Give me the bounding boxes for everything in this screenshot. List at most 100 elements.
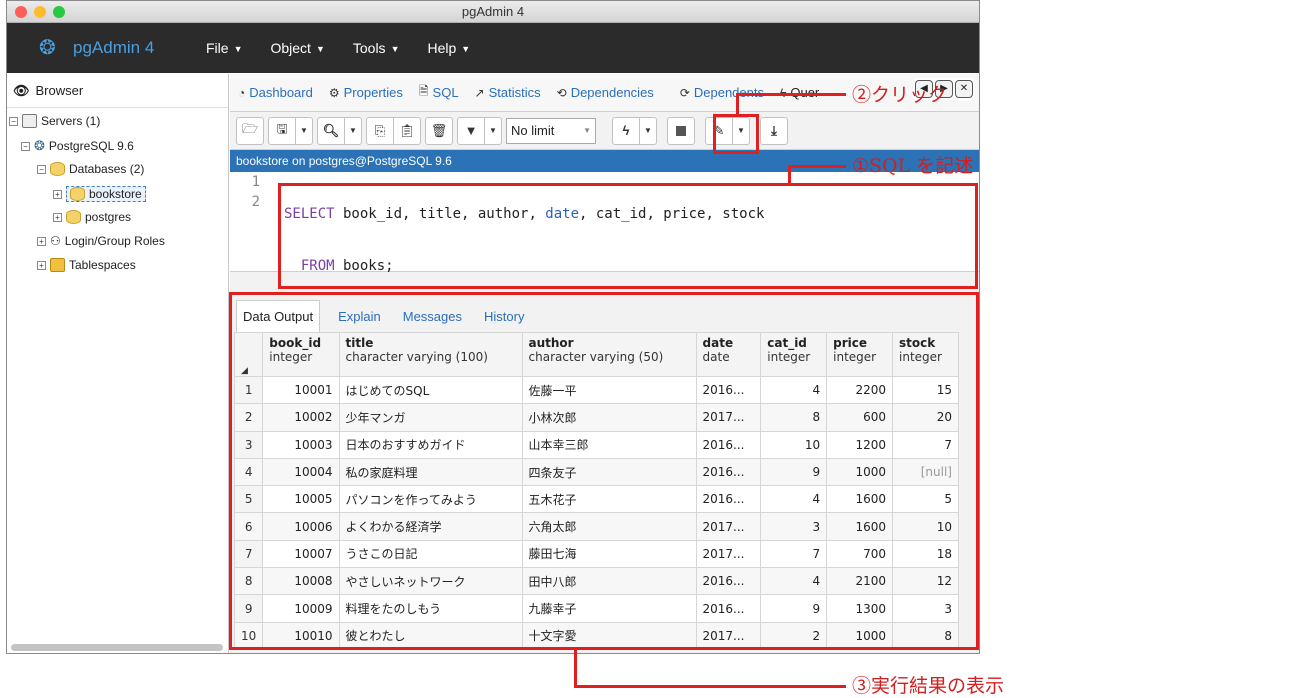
grid-cell[interactable]: 2016... [695, 375, 762, 405]
grid-cell[interactable]: はじめてのSQL [338, 375, 523, 405]
col-header-author[interactable]: author character varying (50) [521, 332, 697, 377]
table-row[interactable]: 8 10008 やさしいネットワーク 田中八郎 2016... 4 2100 12 [233, 567, 959, 596]
grid-cell[interactable]: 600 [826, 403, 894, 432]
grid-cell[interactable]: 彼とわたし [338, 621, 523, 650]
horizontal-scrollbar[interactable] [11, 644, 223, 651]
grid-cell[interactable]: 九藤幸子 [521, 594, 697, 623]
grid-cell[interactable]: 1600 [826, 512, 894, 541]
grid-cell[interactable]: 2017... [695, 512, 762, 541]
row-number[interactable]: 3 [233, 430, 264, 459]
grid-cell[interactable]: 藤田七海 [521, 539, 697, 569]
row-number[interactable]: 4 [233, 457, 264, 487]
tree-db-bookstore[interactable]: + bookstore [53, 186, 146, 202]
grid-cell[interactable]: 1000 [826, 457, 894, 487]
grid-cell[interactable]: うさこの日記 [338, 539, 523, 569]
grid-cell[interactable]: 10 [760, 430, 828, 459]
menu-help[interactable]: Help ▼ [413, 40, 484, 56]
grid-cell[interactable]: 10010 [262, 621, 340, 650]
tree-server[interactable]: − ❂ PostgreSQL 9.6 [21, 138, 134, 154]
download-button[interactable]: ⤓ [760, 116, 788, 145]
col-header-price[interactable]: price integer [826, 332, 894, 377]
grid-cell[interactable]: 田中八郎 [521, 567, 697, 596]
grid-cell[interactable]: 佐藤一平 [521, 375, 697, 405]
grid-cell[interactable]: 10007 [262, 539, 340, 569]
grid-cell[interactable]: 10 [892, 512, 959, 541]
minimize-window-button[interactable] [34, 6, 46, 18]
row-number[interactable]: 6 [233, 512, 264, 541]
grid-cell[interactable]: [null] [892, 457, 959, 487]
select-all-corner[interactable]: ◢ [233, 332, 264, 377]
grid-cell[interactable]: 2017... [695, 621, 762, 650]
grid-cell[interactable]: 2016... [695, 567, 762, 596]
collapse-icon[interactable]: − [9, 116, 18, 126]
edit-button[interactable]: ✎ [705, 116, 733, 145]
row-number[interactable]: 7 [233, 539, 264, 569]
row-limit-select[interactable]: No limit ▼ [506, 117, 596, 144]
grid-cell[interactable]: 700 [826, 539, 894, 569]
grid-cell[interactable]: 9 [760, 457, 828, 487]
stop-button[interactable] [667, 116, 695, 145]
find-dropdown[interactable]: ▼ [344, 116, 362, 145]
grid-cell[interactable]: 7 [760, 539, 828, 569]
tree-db-postgres[interactable]: + postgres [53, 210, 131, 224]
grid-cell[interactable]: 18 [892, 539, 959, 569]
grid-cell[interactable]: 2016... [695, 457, 762, 487]
find-button[interactable]: 🔍︎ [317, 116, 345, 145]
table-row[interactable]: 7 10007 うさこの日記 藤田七海 2017... 7 700 18 [233, 539, 959, 569]
grid-cell[interactable]: 10006 [262, 512, 340, 541]
grid-cell[interactable]: 3 [760, 512, 828, 541]
execute-dropdown[interactable]: ▼ [639, 116, 657, 145]
open-file-button[interactable]: 🗁︎ [236, 116, 264, 145]
edit-dropdown[interactable]: ▼ [732, 116, 750, 145]
grid-cell[interactable]: よくわかる経済学 [338, 512, 523, 541]
row-number[interactable]: 5 [233, 485, 264, 514]
grid-cell[interactable]: 10002 [262, 403, 340, 432]
grid-cell[interactable]: パソコンを作ってみよう [338, 485, 523, 514]
tab-sql[interactable]: 🗎︎ SQL [419, 82, 459, 103]
grid-cell[interactable]: 10008 [262, 567, 340, 596]
grid-cell[interactable]: 1000 [826, 621, 894, 650]
table-row[interactable]: 4 10004 私の家庭料理 四条友子 2016... 9 1000 [null] [233, 457, 959, 487]
tab-explain[interactable]: Explain [334, 309, 385, 332]
grid-cell[interactable]: 2016... [695, 594, 762, 623]
grid-cell[interactable]: 小林次郎 [521, 403, 697, 432]
expand-icon[interactable]: + [37, 260, 46, 270]
grid-cell[interactable]: 5 [892, 485, 959, 514]
grid-cell[interactable]: 2100 [826, 567, 894, 596]
grid-cell[interactable]: 2200 [826, 375, 894, 405]
row-number[interactable]: 10 [233, 621, 264, 650]
expand-icon[interactable]: + [53, 212, 62, 222]
grid-cell[interactable]: 10005 [262, 485, 340, 514]
grid-cell[interactable]: 20 [892, 403, 959, 432]
grid-cell[interactable]: 2016... [695, 485, 762, 514]
grid-cell[interactable]: 四条友子 [521, 457, 697, 487]
row-number[interactable]: 8 [233, 567, 264, 596]
tab-history[interactable]: History [480, 309, 528, 332]
sql-code[interactable]: SELECT book_id, title, author, date, cat… [284, 172, 764, 308]
grid-cell[interactable]: 2017... [695, 539, 762, 569]
maximize-window-button[interactable] [53, 6, 65, 18]
col-header-book-id[interactable]: book_id integer [262, 332, 340, 377]
close-window-button[interactable] [15, 6, 27, 18]
expand-icon[interactable]: + [53, 189, 62, 199]
tree-tablespaces[interactable]: + Tablespaces [37, 258, 136, 272]
grid-cell[interactable]: 3 [892, 594, 959, 623]
table-row[interactable]: 5 10005 パソコンを作ってみよう 五木花子 2016... 4 1600 5 [233, 485, 959, 514]
grid-cell[interactable]: 山本幸三郎 [521, 430, 697, 459]
grid-cell[interactable]: やさしいネットワーク [338, 567, 523, 596]
grid-cell[interactable]: 10009 [262, 594, 340, 623]
grid-cell[interactable]: 15 [892, 375, 959, 405]
col-header-date[interactable]: date date [695, 332, 762, 377]
tab-dashboard[interactable]: ◔ Dashboard [238, 85, 313, 100]
grid-cell[interactable]: 2016... [695, 430, 762, 459]
grid-cell[interactable]: 4 [760, 485, 828, 514]
grid-cell[interactable]: 10003 [262, 430, 340, 459]
table-row[interactable]: 3 10003 日本のおすすめガイド 山本幸三郎 2016... 10 1200 7 [233, 430, 959, 459]
grid-cell[interactable]: 2 [760, 621, 828, 650]
tab-data-output[interactable]: Data Output [236, 300, 321, 332]
grid-cell[interactable]: 少年マンガ [338, 403, 523, 432]
row-number[interactable]: 2 [233, 403, 264, 432]
save-dropdown[interactable]: ▼ [295, 116, 313, 145]
table-row[interactable]: 10 10010 彼とわたし 十文字愛 2017... 2 1000 8 [233, 621, 959, 650]
copy-button[interactable]: ⎘ [366, 116, 394, 145]
